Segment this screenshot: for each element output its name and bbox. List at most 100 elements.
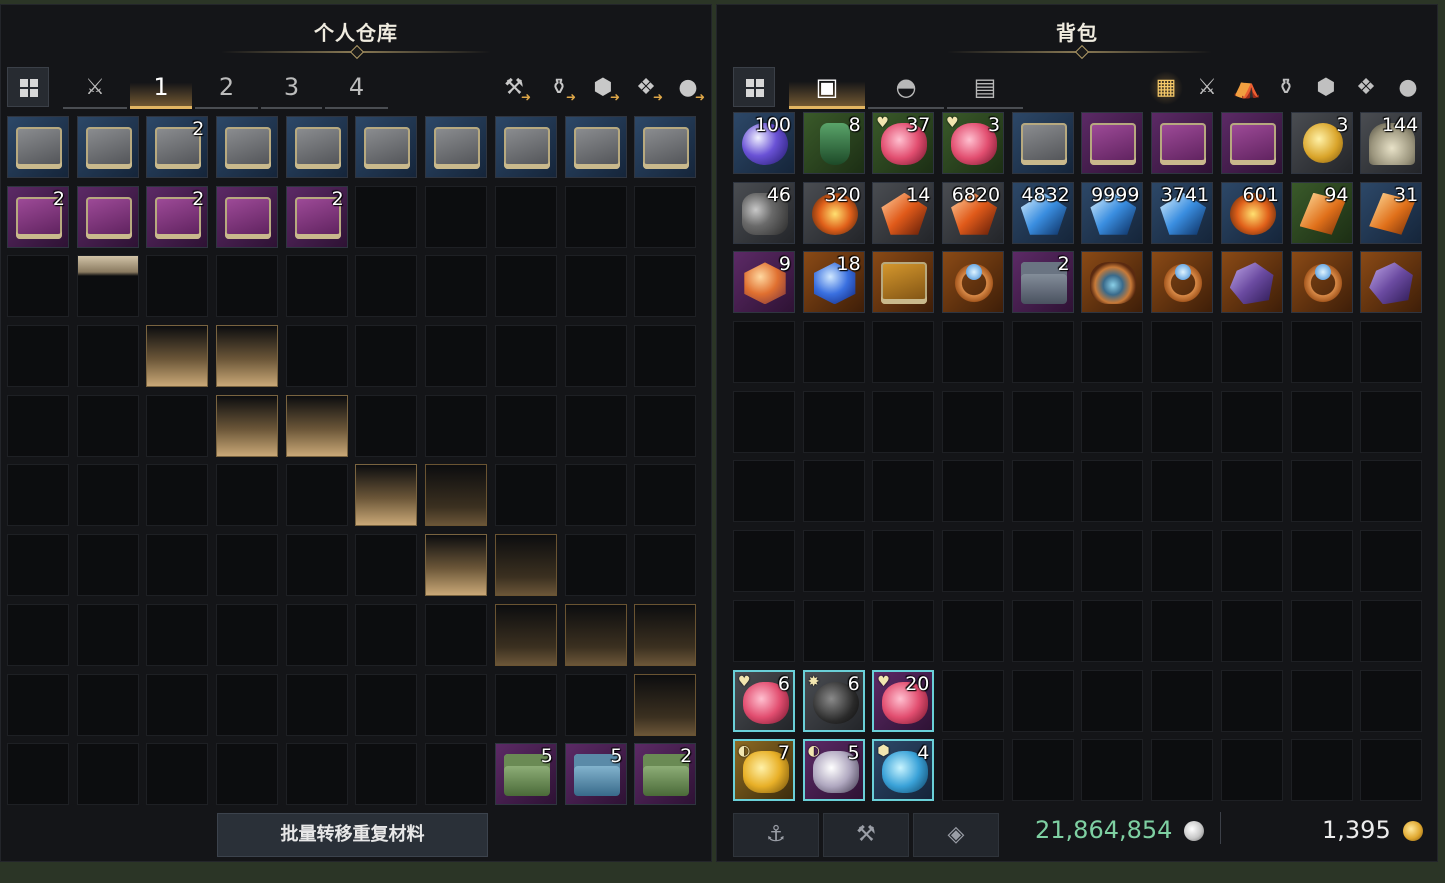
backpack-slot[interactable] xyxy=(1290,530,1353,593)
backpack-slot[interactable] xyxy=(1011,112,1074,174)
warehouse-slot[interactable] xyxy=(425,255,488,318)
backpack-slot[interactable]: ♥ 6 xyxy=(733,669,795,732)
warehouse-slot[interactable] xyxy=(216,603,279,666)
warehouse-slot[interactable] xyxy=(7,394,69,457)
backpack-slot[interactable] xyxy=(942,599,1005,662)
deposit-weapon-filter[interactable]: ⚒ ➜ xyxy=(497,71,531,105)
warehouse-slot[interactable] xyxy=(425,743,488,806)
warehouse-slot[interactable] xyxy=(564,534,627,597)
backpack-slot[interactable]: 9 xyxy=(733,251,795,314)
warehouse-slot[interactable] xyxy=(7,464,69,527)
warehouse-slot[interactable]: 2 xyxy=(285,185,348,248)
warehouse-tab-2[interactable]: 2 xyxy=(195,67,258,109)
warehouse-slot[interactable]: 5 xyxy=(494,743,557,806)
backpack-slot[interactable] xyxy=(1081,669,1144,732)
backpack-slot[interactable] xyxy=(1290,251,1353,314)
warehouse-slot[interactable] xyxy=(425,325,488,388)
warehouse-slot[interactable] xyxy=(425,464,488,527)
backpack-slot[interactable]: 46 xyxy=(733,181,795,244)
backpack-slot[interactable] xyxy=(1151,739,1214,802)
backpack-slot[interactable] xyxy=(872,321,935,384)
backpack-slot[interactable] xyxy=(1151,669,1214,732)
backpack-slot[interactable]: 2 xyxy=(1011,251,1074,314)
warehouse-slot[interactable] xyxy=(76,743,139,806)
warehouse-slot[interactable] xyxy=(494,673,557,736)
bulk-transfer-button[interactable]: 批量转移重复材料 xyxy=(217,813,488,857)
backpack-slot[interactable] xyxy=(1220,530,1283,593)
backpack-tab-helmet[interactable]: ◓ xyxy=(868,65,944,109)
backpack-slot[interactable]: 8 xyxy=(802,112,865,174)
backpack-slot[interactable]: 601 xyxy=(1220,181,1283,244)
warehouse-slot[interactable] xyxy=(494,534,557,597)
warehouse-slot[interactable] xyxy=(285,464,348,527)
backpack-slot[interactable] xyxy=(1220,460,1283,523)
warehouse-slot[interactable] xyxy=(355,603,418,666)
warehouse-slot[interactable] xyxy=(564,255,627,318)
warehouse-slot[interactable] xyxy=(494,116,557,178)
backpack-slot[interactable]: 14 xyxy=(872,181,935,244)
warehouse-tab-3[interactable]: 3 xyxy=(261,67,322,109)
warehouse-slot[interactable] xyxy=(146,673,209,736)
filter-weapon[interactable]: ⚔ xyxy=(1190,71,1224,105)
backpack-slot[interactable] xyxy=(1081,460,1144,523)
anchor-button[interactable]: ⚓ xyxy=(733,813,819,857)
warehouse-slot[interactable] xyxy=(285,603,348,666)
backpack-slot[interactable]: 320 xyxy=(802,181,865,244)
deposit-card-filter[interactable]: ❖ ➜ xyxy=(629,71,663,105)
warehouse-slot[interactable] xyxy=(634,255,697,318)
warehouse-slot[interactable] xyxy=(355,743,418,806)
backpack-slot[interactable] xyxy=(733,390,795,453)
warehouse-slot[interactable] xyxy=(425,394,488,457)
warehouse-slot[interactable] xyxy=(564,464,627,527)
backpack-slot[interactable] xyxy=(1360,460,1423,523)
backpack-slot[interactable] xyxy=(1360,669,1423,732)
backpack-slot[interactable] xyxy=(1220,739,1283,802)
warehouse-slot[interactable] xyxy=(425,534,488,597)
warehouse-slot[interactable] xyxy=(355,325,418,388)
backpack-slot[interactable]: ⬢ 4 xyxy=(872,739,935,802)
backpack-slot[interactable] xyxy=(1360,599,1423,662)
warehouse-slot[interactable] xyxy=(216,534,279,597)
backpack-slot[interactable]: 3 xyxy=(1290,112,1353,174)
backpack-slot[interactable] xyxy=(1360,530,1423,593)
warehouse-slot[interactable] xyxy=(7,325,69,388)
warehouse-slot[interactable] xyxy=(7,743,69,806)
warehouse-slot[interactable] xyxy=(634,534,697,597)
show-all-button[interactable] xyxy=(7,67,49,107)
deposit-other-filter[interactable]: ● ➜ xyxy=(671,71,705,105)
backpack-slot[interactable] xyxy=(1360,321,1423,384)
backpack-slot[interactable] xyxy=(1151,460,1214,523)
warehouse-slot[interactable] xyxy=(76,464,139,527)
warehouse-slot[interactable] xyxy=(564,325,627,388)
warehouse-slot[interactable] xyxy=(564,394,627,457)
warehouse-slot[interactable] xyxy=(355,116,418,178)
backpack-slot[interactable]: 94 xyxy=(1290,181,1353,244)
backpack-slot[interactable] xyxy=(1081,530,1144,593)
backpack-slot[interactable] xyxy=(1290,739,1353,802)
backpack-slot[interactable]: 9999 xyxy=(1081,181,1144,244)
warehouse-slot[interactable] xyxy=(634,673,697,736)
warehouse-slot[interactable] xyxy=(146,325,209,388)
warehouse-slot[interactable] xyxy=(564,673,627,736)
warehouse-slot[interactable] xyxy=(355,255,418,318)
backpack-slot[interactable]: ♥ 3 xyxy=(942,112,1005,174)
warehouse-slot[interactable]: 5 xyxy=(564,743,627,806)
warehouse-slot[interactable] xyxy=(216,325,279,388)
warehouse-tab-equipment[interactable]: ⚔ xyxy=(63,67,127,109)
warehouse-slot[interactable] xyxy=(76,603,139,666)
backpack-slot[interactable]: ◐ 7 xyxy=(733,739,795,802)
warehouse-slot[interactable] xyxy=(7,255,69,318)
backpack-slot[interactable] xyxy=(1081,251,1144,314)
warehouse-slot[interactable] xyxy=(355,185,418,248)
backpack-slot[interactable] xyxy=(872,251,935,314)
warehouse-slot[interactable] xyxy=(285,394,348,457)
backpack-slot[interactable]: 3741 xyxy=(1151,181,1214,244)
backpack-slot[interactable] xyxy=(802,530,865,593)
backpack-slot[interactable] xyxy=(1011,739,1074,802)
warehouse-slot[interactable] xyxy=(425,116,488,178)
warehouse-slot[interactable] xyxy=(216,394,279,457)
backpack-slot[interactable] xyxy=(1151,251,1214,314)
warehouse-slot[interactable] xyxy=(76,325,139,388)
backpack-slot[interactable] xyxy=(802,599,865,662)
backpack-slot[interactable] xyxy=(1220,669,1283,732)
